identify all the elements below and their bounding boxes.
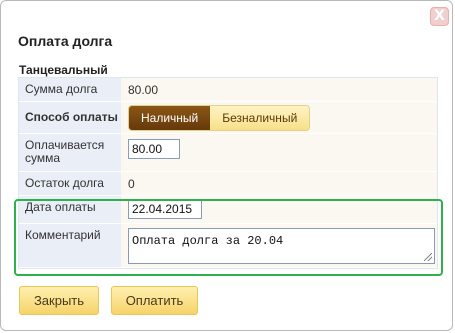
payment-method-row: Способ оплаты Наличный Безналичный bbox=[19, 102, 437, 134]
debt-sum-label: Сумма долга bbox=[19, 78, 121, 101]
close-button[interactable]: Закрыть bbox=[19, 286, 99, 315]
dialog-subtitle: Танцевальный bbox=[19, 63, 108, 77]
debt-remaining-label: Остаток долга bbox=[19, 172, 121, 195]
comment-textarea[interactable]: Оплата долга за 20.04 bbox=[128, 228, 435, 264]
payment-date-input[interactable]: 22.04.2015 bbox=[128, 199, 202, 219]
payment-method-label: Способ оплаты bbox=[19, 102, 121, 133]
resize-grip-icon[interactable] bbox=[424, 253, 432, 261]
paid-amount-row: Оплачивается сумма 80.00 bbox=[19, 134, 437, 172]
debt-sum-value: 80.00 bbox=[121, 78, 437, 101]
close-icon[interactable]: X bbox=[430, 7, 449, 26]
dialog-title: Оплата долга bbox=[18, 33, 113, 49]
payment-method-cash-option[interactable]: Наличный bbox=[129, 106, 211, 130]
paid-amount-input[interactable]: 80.00 bbox=[128, 139, 180, 159]
payment-method-toggle: Наличный Безналичный bbox=[128, 105, 311, 131]
pay-button[interactable]: Оплатить bbox=[111, 286, 198, 315]
comment-row: Комментарий Оплата долга за 20.04 bbox=[19, 224, 437, 268]
payment-form: Сумма долга 80.00 Способ оплаты Наличный… bbox=[18, 77, 438, 269]
debt-remaining-value: 0 bbox=[121, 172, 437, 195]
payment-date-label: Дата оплаты bbox=[19, 196, 121, 223]
paid-amount-label: Оплачивается сумма bbox=[19, 134, 121, 171]
comment-text: Оплата долга за 20.04 bbox=[132, 234, 284, 248]
debt-sum-row: Сумма долга 80.00 bbox=[19, 78, 437, 102]
comment-label: Комментарий bbox=[19, 224, 121, 267]
debt-remaining-row: Остаток долга 0 bbox=[19, 172, 437, 196]
payment-method-cashless-option[interactable]: Безналичный bbox=[210, 106, 310, 130]
payment-dialog: X Оплата долга Танцевальный Сумма долга … bbox=[0, 0, 453, 331]
payment-date-row: Дата оплаты 22.04.2015 bbox=[19, 196, 437, 224]
